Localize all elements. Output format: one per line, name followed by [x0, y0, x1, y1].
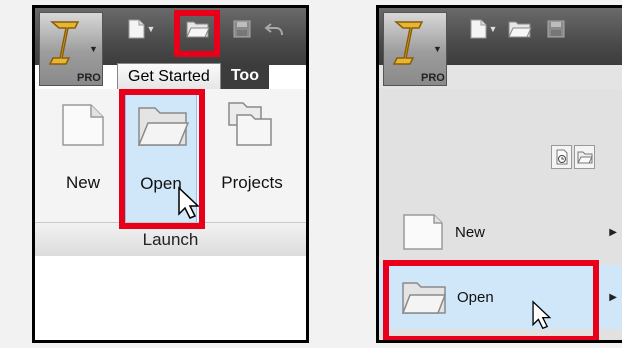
projects-button-label: Projects — [221, 173, 283, 192]
quick-access-save-button[interactable] — [229, 16, 255, 42]
inventor-logo-icon — [392, 21, 424, 65]
undo-icon — [264, 23, 283, 36]
submenu-arrow-icon[interactable]: ▶ — [609, 292, 617, 303]
tab-tools[interactable]: Too — [220, 63, 269, 89]
ribbon-screenshot-left: ▼ ▼ PRO Get Started Too New Open Project… — [32, 5, 309, 343]
quick-access-undo-button[interactable] — [261, 16, 287, 42]
menu-item-new-label: New — [455, 223, 486, 241]
quick-access-open-button[interactable] — [505, 16, 535, 42]
menu-item-new[interactable]: New ▶ — [379, 200, 622, 264]
chevron-down-icon[interactable]: ▼ — [489, 24, 498, 34]
launch-panel-label: Launch — [35, 222, 306, 256]
ribbon-panel: New Open Projects Launch — [35, 89, 306, 256]
new-file-icon — [470, 19, 487, 39]
tab-get-started[interactable]: Get Started — [117, 63, 221, 89]
recent-documents-button[interactable] — [551, 145, 572, 169]
save-icon — [233, 20, 251, 38]
open-folder-icon — [401, 282, 447, 314]
chevron-down-icon: ▼ — [433, 44, 442, 54]
chevron-down-icon: ▼ — [89, 44, 98, 54]
edition-badge: PRO — [77, 72, 101, 84]
open-documents-icon — [576, 151, 593, 164]
quick-access-new-button[interactable]: ▼ — [465, 16, 499, 42]
new-file-icon — [128, 19, 145, 39]
projects-icon — [228, 102, 272, 146]
recent-documents-toolbar — [551, 145, 597, 171]
quick-access-new-button[interactable]: ▼ — [123, 16, 157, 42]
new-file-icon — [403, 214, 443, 250]
application-menu-button[interactable]: ▼ PRO — [383, 12, 459, 88]
menu-item-open[interactable]: Open ▶ — [379, 265, 622, 329]
submenu-arrow-icon[interactable]: ▶ — [609, 227, 617, 238]
ribbon-tabs: Get Started Too — [117, 63, 269, 89]
open-folder-icon — [186, 21, 210, 38]
save-icon — [547, 20, 565, 38]
mouse-pointer-icon — [532, 300, 551, 330]
open-folder-icon — [137, 107, 190, 146]
recent-documents-icon — [556, 149, 567, 165]
new-file-icon — [62, 104, 104, 146]
open-folder-icon — [508, 21, 532, 38]
chevron-down-icon[interactable]: ▼ — [147, 24, 156, 34]
new-button[interactable]: New — [47, 93, 119, 223]
inventor-logo-icon — [48, 21, 80, 65]
mouse-pointer-icon — [178, 186, 199, 219]
new-button-label: New — [65, 173, 100, 192]
edition-badge: PRO — [421, 72, 445, 84]
application-menu: New ▶ Open ▶ — [379, 89, 622, 340]
application-menu-button[interactable]: ▼ PRO — [39, 12, 115, 88]
menu-item-open-label: Open — [457, 288, 494, 306]
projects-button[interactable]: Projects — [209, 93, 295, 223]
quick-access-open-button[interactable] — [182, 16, 214, 42]
application-menu-screenshot-right: ▼ ▼ PRO New ▶ Open ▶ — [376, 5, 622, 343]
open-documents-button[interactable] — [574, 145, 595, 169]
quick-access-save-button[interactable] — [543, 16, 569, 42]
